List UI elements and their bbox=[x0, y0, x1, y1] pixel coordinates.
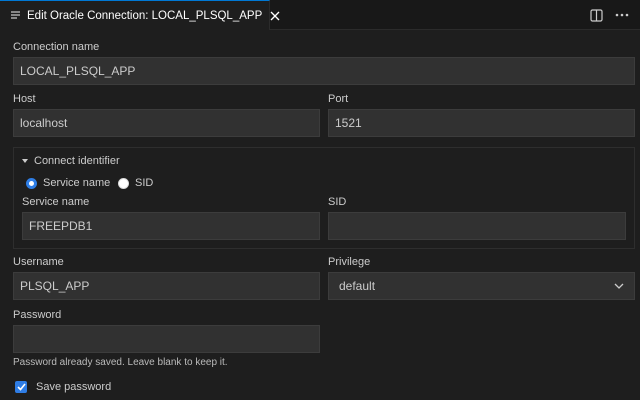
host-label: Host bbox=[13, 93, 36, 105]
service-name-input[interactable] bbox=[22, 212, 320, 240]
password-hint: Password already saved. Leave blank to k… bbox=[13, 357, 228, 368]
save-password-checkbox[interactable] bbox=[15, 381, 27, 393]
lines-icon bbox=[10, 9, 21, 23]
triangle-down-icon bbox=[22, 158, 28, 164]
password-input[interactable] bbox=[13, 325, 320, 353]
radio-selected-icon bbox=[26, 177, 37, 189]
tab-title: Edit Oracle Connection: LOCAL_PLSQL_APP bbox=[27, 9, 263, 22]
chevron-down-icon bbox=[614, 283, 624, 289]
checkmark-icon bbox=[16, 383, 26, 391]
sid-label: SID bbox=[328, 196, 347, 208]
username-label: Username bbox=[13, 256, 64, 268]
port-label: Port bbox=[328, 93, 349, 105]
username-input[interactable] bbox=[13, 272, 320, 300]
editor-tab[interactable]: Edit Oracle Connection: LOCAL_PLSQL_APP bbox=[0, 0, 280, 30]
sid-input[interactable] bbox=[328, 212, 626, 240]
radio-sid[interactable]: SID bbox=[118, 177, 153, 189]
privilege-select[interactable]: default bbox=[328, 272, 635, 300]
split-editor-icon[interactable] bbox=[586, 5, 606, 25]
more-actions-icon[interactable] bbox=[612, 5, 632, 25]
connection-name-input[interactable] bbox=[13, 57, 635, 85]
connection-name-label: Connection name bbox=[13, 41, 100, 53]
password-label: Password bbox=[13, 309, 62, 321]
radio-unselected-icon bbox=[118, 177, 129, 189]
service-name-label: Service name bbox=[22, 196, 90, 208]
radio-service-name-label: Service name bbox=[43, 177, 111, 189]
save-password-label: Save password bbox=[36, 381, 112, 393]
radio-service-name[interactable]: Service name bbox=[26, 177, 110, 189]
privilege-label: Privilege bbox=[328, 256, 371, 268]
host-input[interactable] bbox=[13, 109, 320, 137]
radio-sid-label: SID bbox=[135, 177, 154, 189]
port-input[interactable] bbox=[328, 109, 635, 137]
editor-tab-bar: Edit Oracle Connection: LOCAL_PLSQL_APP bbox=[0, 0, 640, 30]
privilege-value: default bbox=[339, 279, 376, 293]
close-icon[interactable] bbox=[270, 8, 280, 24]
connect-identifier-toggle[interactable]: Connect identifier bbox=[22, 155, 120, 167]
connect-identifier-label: Connect identifier bbox=[34, 155, 120, 167]
